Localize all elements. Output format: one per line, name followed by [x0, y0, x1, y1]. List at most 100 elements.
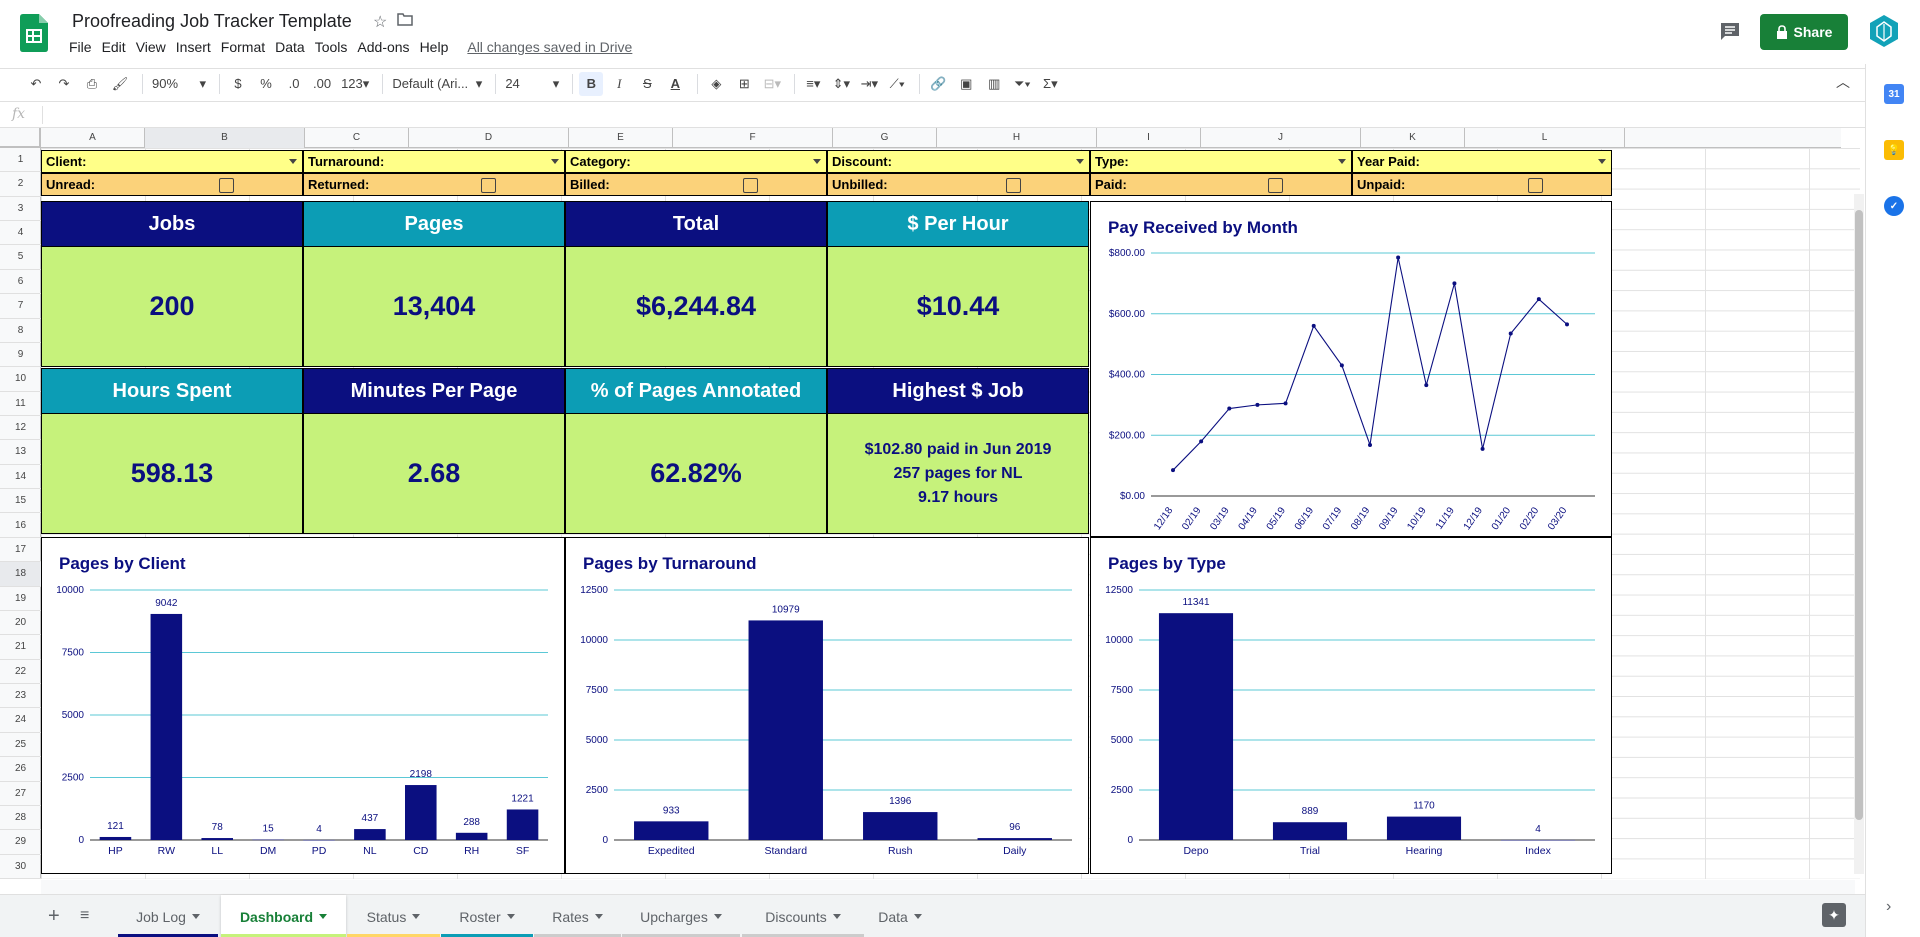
menu-help[interactable]: Help [415, 37, 454, 57]
filter-checkbox[interactable] [743, 178, 758, 193]
row-header[interactable]: 19 [0, 587, 41, 611]
row-header[interactable]: 1 [0, 148, 41, 173]
merge-cells-icon[interactable]: ⊟▾ [760, 72, 784, 96]
add-sheet-icon[interactable]: + [48, 905, 60, 928]
menu-addons[interactable]: Add-ons [352, 37, 414, 57]
pages-by-type-chart[interactable]: Pages by Type 0 2500 5000 7500 10000 12500 1134… [1090, 537, 1612, 874]
increase-decimal-button[interactable]: .00 [310, 72, 334, 96]
row-header[interactable]: 2 [0, 172, 41, 197]
column-header-a[interactable]: A [41, 128, 145, 148]
row-header[interactable]: 15 [0, 489, 41, 514]
filter-dropdown[interactable]: Type: [1090, 150, 1352, 173]
dropdown-arrow-icon[interactable] [1076, 159, 1084, 164]
zoom-select[interactable]: 90% ▾ [149, 72, 209, 96]
font-family-select[interactable]: Default (Ari... ▾ [389, 72, 485, 96]
filter-icon[interactable]: ⏷▾ [1010, 72, 1034, 96]
tasks-icon[interactable]: ✓ [1884, 196, 1904, 216]
undo-icon[interactable]: ↶ [24, 72, 48, 96]
document-title[interactable]: Proofreading Job Tracker Template [72, 11, 352, 32]
paint-format-icon[interactable]: 🖌 [108, 72, 132, 96]
row-header[interactable]: 16 [0, 514, 41, 538]
menu-format[interactable]: Format [216, 37, 270, 57]
insert-chart-icon[interactable]: ▥ [982, 72, 1006, 96]
vertical-align-icon[interactable]: ⇕▾ [829, 72, 853, 96]
move-folder-icon[interactable] [397, 12, 414, 32]
chevron-down-icon[interactable] [319, 914, 328, 919]
row-header[interactable]: 30 [0, 855, 41, 879]
font-size-select[interactable]: 24 ▾ [502, 72, 562, 96]
dropdown-arrow-icon[interactable] [1598, 159, 1606, 164]
row-header[interactable]: 28 [0, 806, 41, 831]
sheet-tab-status[interactable]: Status [347, 895, 440, 937]
row-header[interactable]: 5 [0, 245, 41, 270]
row-header[interactable]: 10 [0, 367, 41, 392]
row-header[interactable]: 3 [0, 197, 41, 222]
vertical-scroll-thumb[interactable] [1855, 210, 1863, 820]
row-header[interactable]: 23 [0, 684, 41, 709]
row-header[interactable]: 29 [0, 830, 41, 855]
fill-color-icon[interactable]: ◈ [704, 72, 728, 96]
text-wrapping-icon[interactable]: ⇥▾ [857, 72, 881, 96]
filter-dropdown[interactable]: Year Paid: [1352, 150, 1612, 173]
bold-button[interactable]: B [579, 71, 604, 96]
currency-format-button[interactable]: $ [226, 72, 250, 96]
all-sheets-icon[interactable]: ≡ [80, 907, 89, 925]
column-header-j[interactable]: J [1201, 128, 1361, 148]
column-header-d[interactable]: D [409, 128, 569, 148]
chevron-down-icon[interactable] [191, 914, 200, 919]
pages-by-turnaround-chart[interactable]: Pages by Turnaround 0 2500 5000 7500 10000 125… [565, 537, 1089, 874]
column-header-i[interactable]: I [1097, 128, 1201, 148]
row-header[interactable]: 11 [0, 392, 41, 417]
row-header[interactable]: 4 [0, 221, 41, 246]
column-header-g[interactable]: G [833, 128, 937, 148]
redo-icon[interactable]: ↷ [52, 72, 76, 96]
row-header[interactable]: 24 [0, 708, 41, 733]
sheet-tab-data[interactable]: Data [865, 895, 935, 937]
filter-checkbox[interactable] [1006, 178, 1021, 193]
dropdown-arrow-icon[interactable] [813, 159, 821, 164]
row-header[interactable]: 14 [0, 465, 41, 490]
column-header-f[interactable]: F [673, 128, 833, 148]
row-header[interactable]: 6 [0, 270, 41, 295]
filter-checkbox[interactable] [481, 178, 496, 193]
sheet-tab-job-log[interactable]: Job Log [118, 895, 218, 937]
share-button[interactable]: Share [1760, 14, 1848, 50]
column-header-h[interactable]: H [937, 128, 1097, 148]
calendar-icon[interactable]: 31 [1884, 84, 1904, 104]
keep-icon[interactable]: 💡 [1884, 140, 1904, 160]
chevron-down-icon[interactable] [506, 914, 515, 919]
chevron-down-icon[interactable] [913, 914, 922, 919]
row-header[interactable]: 17 [0, 538, 41, 563]
dropdown-arrow-icon[interactable] [551, 159, 559, 164]
text-rotation-icon[interactable]: ⟋▾ [885, 72, 909, 96]
sheet-tab-roster[interactable]: Roster [441, 895, 533, 937]
menu-view[interactable]: View [131, 37, 171, 57]
menu-edit[interactable]: Edit [97, 37, 131, 57]
horizontal-scrollbar[interactable] [41, 880, 1855, 894]
more-formats-button[interactable]: 123 ▾ [338, 72, 372, 96]
filter-checkbox[interactable] [219, 178, 234, 193]
pages-by-client-chart[interactable]: Pages by Client 0 2500 5000 7500 10000 121 HP 90… [41, 537, 565, 874]
chevron-down-icon[interactable] [594, 914, 603, 919]
print-icon[interactable]: ⎙ [80, 72, 104, 96]
filter-dropdown[interactable]: Discount: [827, 150, 1090, 173]
chevron-down-icon[interactable] [832, 914, 841, 919]
horizontal-align-icon[interactable]: ≡▾ [801, 72, 825, 96]
dropdown-arrow-icon[interactable] [1338, 159, 1346, 164]
pay-by-month-chart[interactable]: Pay Received by Month $0.00 $200.00 $400.00… [1090, 201, 1612, 537]
row-header[interactable]: 8 [0, 319, 41, 343]
column-header-e[interactable]: E [569, 128, 673, 148]
save-status-link[interactable]: All changes saved in Drive [467, 39, 632, 55]
row-header[interactable]: 22 [0, 660, 41, 685]
sheet-tab-discounts[interactable]: Discounts [742, 895, 864, 937]
expand-side-panel-icon[interactable]: › [1886, 898, 1891, 916]
dropdown-arrow-icon[interactable] [289, 159, 297, 164]
row-header[interactable]: 21 [0, 635, 41, 660]
row-header[interactable]: 27 [0, 782, 41, 806]
star-icon[interactable]: ☆ [373, 12, 387, 32]
collapse-menus-icon[interactable]: ︿ [1836, 72, 1850, 92]
row-header[interactable]: 25 [0, 733, 41, 758]
column-header-k[interactable]: K [1361, 128, 1465, 148]
borders-icon[interactable]: ⊞ [732, 72, 756, 96]
select-all-corner[interactable] [0, 128, 41, 148]
